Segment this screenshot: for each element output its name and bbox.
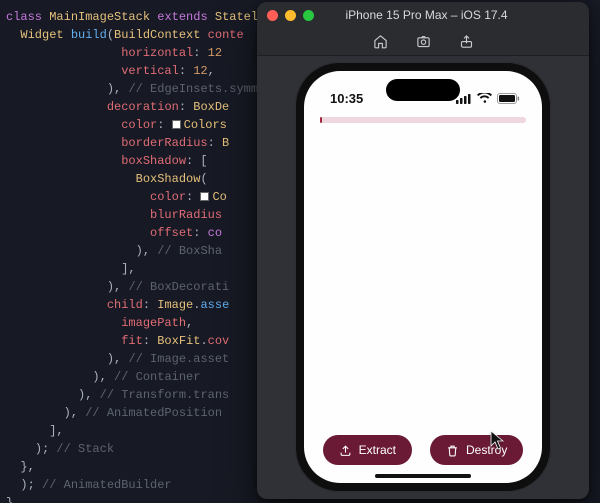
zoom-window-button[interactable]	[303, 10, 314, 21]
home-indicator[interactable]	[375, 474, 471, 478]
status-indicators	[456, 93, 520, 104]
close-window-button[interactable]	[267, 10, 278, 21]
traffic-lights	[267, 10, 314, 21]
status-time: 10:35	[330, 91, 363, 106]
battery-icon	[497, 93, 520, 104]
destroy-label: Destroy	[466, 443, 507, 457]
screenshot-icon[interactable]	[416, 34, 431, 49]
bottom-action-bar: Extract Destroy	[304, 435, 542, 465]
minimize-window-button[interactable]	[285, 10, 296, 21]
share-icon[interactable]	[459, 34, 474, 49]
wifi-icon	[477, 93, 492, 104]
extract-label: Extract	[359, 443, 396, 457]
simulator-toolbar	[257, 28, 589, 56]
dynamic-island	[386, 79, 460, 101]
device-frame: 10:35	[295, 62, 551, 492]
home-icon[interactable]	[373, 34, 388, 49]
upload-icon	[339, 444, 352, 457]
device-screen[interactable]: 10:35	[304, 71, 542, 483]
trash-icon	[446, 444, 459, 457]
simulator-window: iPhone 15 Pro Max – iOS 17.4 10:35	[257, 2, 589, 499]
progress-fill	[320, 117, 322, 123]
destroy-button[interactable]: Destroy	[430, 435, 523, 465]
progress-bar	[320, 117, 526, 123]
simulator-title: iPhone 15 Pro Max – iOS 17.4	[326, 8, 527, 22]
simulator-titlebar[interactable]: iPhone 15 Pro Max – iOS 17.4	[257, 2, 589, 28]
extract-button[interactable]: Extract	[323, 435, 412, 465]
